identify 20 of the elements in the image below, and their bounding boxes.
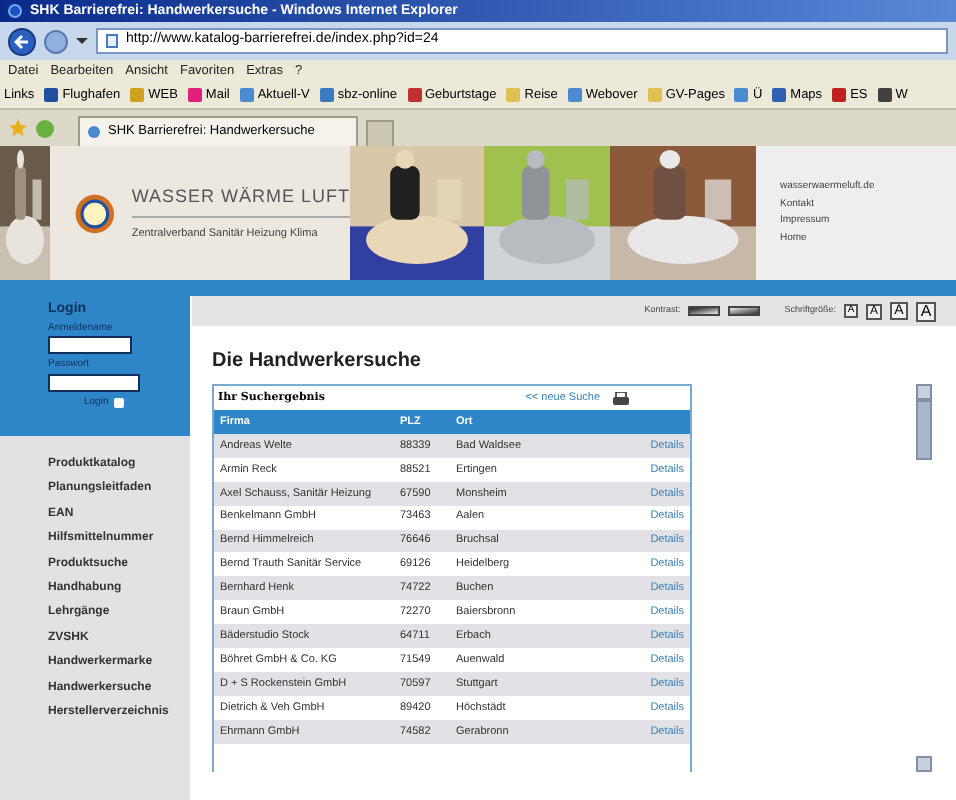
scroll-down-icon[interactable] [916, 756, 932, 772]
forward-button[interactable] [44, 29, 68, 53]
page-title: Die Handwerkersuche [212, 348, 423, 376]
dropdown-icon [76, 38, 88, 44]
scrollbar[interactable] [916, 384, 932, 772]
page-icon [106, 34, 118, 48]
back-arrow-icon [14, 33, 30, 49]
contrast-light-button[interactable] [728, 306, 761, 316]
password-field[interactable] [48, 373, 140, 391]
back-button[interactable] [8, 27, 36, 55]
username-field[interactable] [48, 336, 132, 354]
contrast-dark-button[interactable] [688, 306, 721, 316]
font-size-button[interactable]: A [916, 301, 936, 321]
scroll-thumb[interactable] [916, 400, 932, 460]
printer-icon[interactable] [612, 391, 630, 405]
browser-icon [8, 4, 22, 18]
new-tab-button[interactable] [366, 120, 394, 146]
star-icon[interactable] [8, 118, 28, 138]
page-icon [88, 126, 100, 138]
scroll-up-icon[interactable] [916, 384, 932, 400]
